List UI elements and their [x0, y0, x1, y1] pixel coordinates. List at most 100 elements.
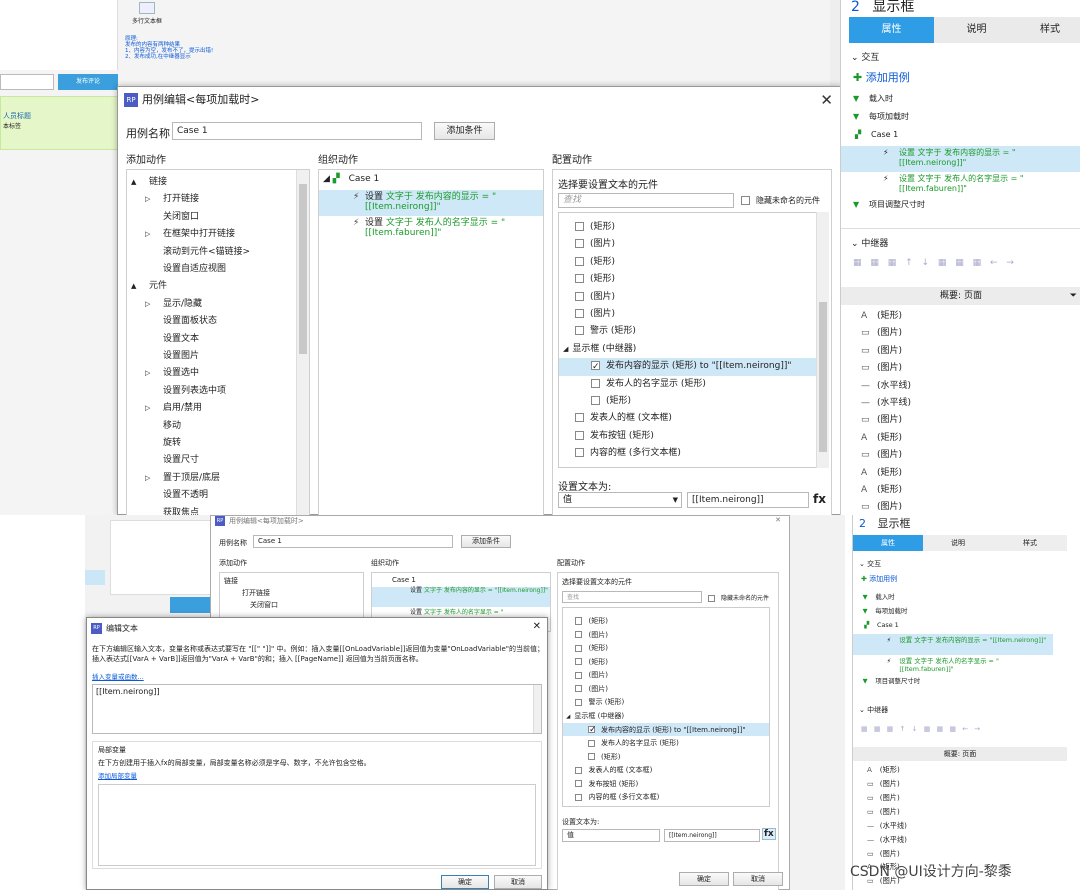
widget-checkbox[interactable]	[575, 309, 584, 318]
widget-checkbox[interactable]	[575, 291, 584, 301]
widget-tree-item[interactable]: 警示 (矩形)	[563, 695, 769, 709]
action-tree-item[interactable]: ▲ 元件	[131, 278, 167, 291]
widget-tree-item[interactable]: (矩形)	[563, 641, 769, 655]
action-tree-item[interactable]: 设置文本	[145, 331, 199, 344]
widget-checkbox[interactable]	[575, 644, 583, 652]
widget-tree-item[interactable]: (图片)	[563, 668, 769, 682]
insert-variable-link[interactable]: 插入变量或函数...	[92, 671, 144, 681]
widget-tree-item[interactable]: 内容的框 (多行文本框)	[563, 790, 769, 804]
tab-style[interactable]: 样式	[1019, 17, 1080, 43]
widget-checkbox[interactable]	[575, 631, 583, 639]
widget-checkbox[interactable]	[591, 378, 600, 388]
widget-checkbox[interactable]	[575, 222, 584, 231]
repeater-section[interactable]: ⌄ 中继器	[851, 236, 888, 249]
action-tree-item[interactable]: 设置不透明	[145, 487, 208, 500]
widget-checkbox[interactable]	[591, 396, 600, 405]
bg-cancel-button[interactable]: 取消	[733, 872, 783, 886]
widget-tree-item[interactable]: 发表人的框 (文本框)	[559, 410, 817, 427]
event-tree-item[interactable]: ▼ 每项加载时	[853, 605, 1053, 619]
widget-tree-item[interactable]: ◢ 显示框 (中继器)	[559, 341, 817, 358]
outline-item[interactable]: ▭ (图片)	[867, 849, 900, 859]
action-tree-item[interactable]: ▷ 打开链接	[145, 191, 199, 204]
widget-tree-item[interactable]: (图片)	[559, 289, 817, 306]
bg-input[interactable]	[0, 74, 54, 90]
widget-checkbox[interactable]	[575, 256, 584, 266]
event-tree-item[interactable]: ▞ Case 1	[853, 620, 1053, 634]
widget-tree-item[interactable]: (矩形)	[559, 219, 817, 236]
widget-checkbox[interactable]	[591, 359, 600, 377]
close-icon[interactable]: ✕	[533, 621, 541, 632]
action-tree-item[interactable]: ▷ 设置选中	[145, 365, 199, 378]
bg-value-type[interactable]: 值	[562, 829, 660, 842]
event-tree-item[interactable]: ▼ 项目调整尺寸时	[841, 198, 1080, 216]
widget-checkbox[interactable]	[575, 698, 583, 706]
action-tree-item[interactable]: 设置图片	[145, 348, 199, 361]
case-row[interactable]: ◢ ▞ Case 1	[323, 174, 379, 184]
event-tree-item[interactable]: ⚡ 设置 文字于 发布人的名字显示 = "[[Item.faburen]]"	[853, 655, 1053, 676]
event-tree-item[interactable]: ▼ 项目调整尺寸时	[853, 676, 1053, 690]
event-tree-item[interactable]: ▼ 载入时	[853, 591, 1053, 605]
widget-checkbox[interactable]	[587, 753, 595, 761]
action-tree-item[interactable]: 设置尺寸	[145, 452, 199, 465]
widget-tree-item[interactable]: (图片)	[563, 682, 769, 696]
widget-checkbox[interactable]	[575, 430, 584, 440]
widget-checkbox[interactable]	[575, 793, 583, 801]
event-tree-item[interactable]: ▼ 每项加载时	[841, 110, 1080, 128]
value-type-select[interactable]: 值 ▼	[558, 492, 682, 508]
widget-tree-item[interactable]: (矩形)	[559, 271, 817, 288]
widget-tree-item[interactable]: (矩形)	[559, 254, 817, 271]
bg-ok-button[interactable]: 确定	[679, 872, 729, 886]
cancel-button[interactable]: 取消	[494, 875, 542, 889]
action-tree-item[interactable]: ▷ 在框架中打开链接	[145, 226, 235, 239]
bg-case-label[interactable]: Case 1	[392, 576, 416, 584]
outline-item[interactable]: ▭ (图片)	[861, 360, 902, 373]
search-input[interactable]: 查找	[558, 193, 734, 208]
publish-button[interactable]: 发布评论	[58, 74, 118, 90]
organized-action[interactable]: ⚡ 设置 文字于 发布内容的显示 = "[[Item.neirong]]"	[319, 190, 543, 216]
widget-tree-item[interactable]: 内容的框 (多行文本框)	[559, 445, 817, 462]
bg-tree-item[interactable]: 链接	[224, 576, 238, 586]
outline-item[interactable]: — (水平线)	[861, 395, 911, 408]
outline-item[interactable]: — (水平线)	[861, 378, 911, 391]
case-name-input[interactable]: Case 1	[172, 122, 422, 140]
outline-item[interactable]: ▭ (图片)	[861, 499, 902, 512]
outline-item[interactable]: ▭ (图片)	[861, 325, 902, 338]
widget-checkbox[interactable]	[575, 274, 584, 284]
bg-add-condition[interactable]: 添加条件	[461, 535, 511, 548]
widget-tree-item[interactable]: 发布人的名字显示 (矩形)	[563, 736, 769, 750]
outline-item[interactable]: ▭ (图片)	[861, 447, 902, 460]
widget-checkbox[interactable]	[575, 413, 584, 423]
bg-tree-item[interactable]: 打开链接	[242, 588, 270, 598]
outline-item[interactable]: ▭ (图片)	[861, 412, 902, 425]
event-tree-item[interactable]: ⚡ 设置 文字于 发布内容的显示 = "[[Item.neirong]]"	[841, 146, 1080, 172]
widget-tree-item[interactable]: 发布内容的显示 (矩形) to "[[Item.neirong]]"	[559, 358, 817, 377]
action-tree-item[interactable]: 关闭窗口	[145, 209, 199, 222]
add-condition-button[interactable]: 添加条件	[434, 122, 495, 140]
bg-case-name-input[interactable]: Case 1	[253, 535, 453, 548]
value-text-input[interactable]: [[Item.neirong]]	[687, 492, 809, 508]
outline-item[interactable]: A (矩形)	[867, 765, 900, 775]
bi-tab-properties[interactable]: 属性	[853, 535, 923, 551]
action-tree-item[interactable]: 设置面板状态	[145, 313, 217, 326]
ok-button[interactable]: 确定	[441, 875, 489, 889]
hide-unnamed-checkbox[interactable]: 隐藏未命名的元件	[741, 195, 820, 206]
event-tree-item[interactable]: ▼ 载入时	[841, 92, 1080, 110]
add-case-link[interactable]: ✚ 添加用例	[853, 69, 910, 85]
widget-checkbox[interactable]	[575, 448, 584, 458]
tab-properties[interactable]: 属性	[849, 17, 934, 43]
widget-tree-item[interactable]: 发表人的框 (文本框)	[563, 763, 769, 777]
widget-checkbox[interactable]	[575, 326, 584, 336]
widget-tree-item[interactable]: (矩形)	[563, 750, 769, 764]
filter-icon[interactable]: ⏷	[1070, 287, 1077, 305]
action-tree-item[interactable]: 滚动到元件<锚链接>	[145, 244, 250, 257]
widget-tree-item[interactable]: (图片)	[563, 628, 769, 642]
widget-tree-item[interactable]: ◢ 显示框 (中继器)	[563, 709, 769, 723]
action-tree-item[interactable]: ▷ 显示/隐藏	[145, 296, 202, 309]
widget-tree-item[interactable]: 发布内容的显示 (矩形) to "[[Item.neirong]]"	[563, 722, 769, 738]
bi-tab-style[interactable]: 样式	[993, 535, 1067, 551]
outline-item[interactable]: ▭ (图片)	[867, 779, 900, 789]
tab-notes[interactable]: 说明	[934, 17, 1019, 43]
outline-item[interactable]: — (水平线)	[867, 835, 907, 845]
outline-item[interactable]: — (水平线)	[867, 821, 907, 831]
local-vars-list[interactable]	[98, 784, 536, 866]
